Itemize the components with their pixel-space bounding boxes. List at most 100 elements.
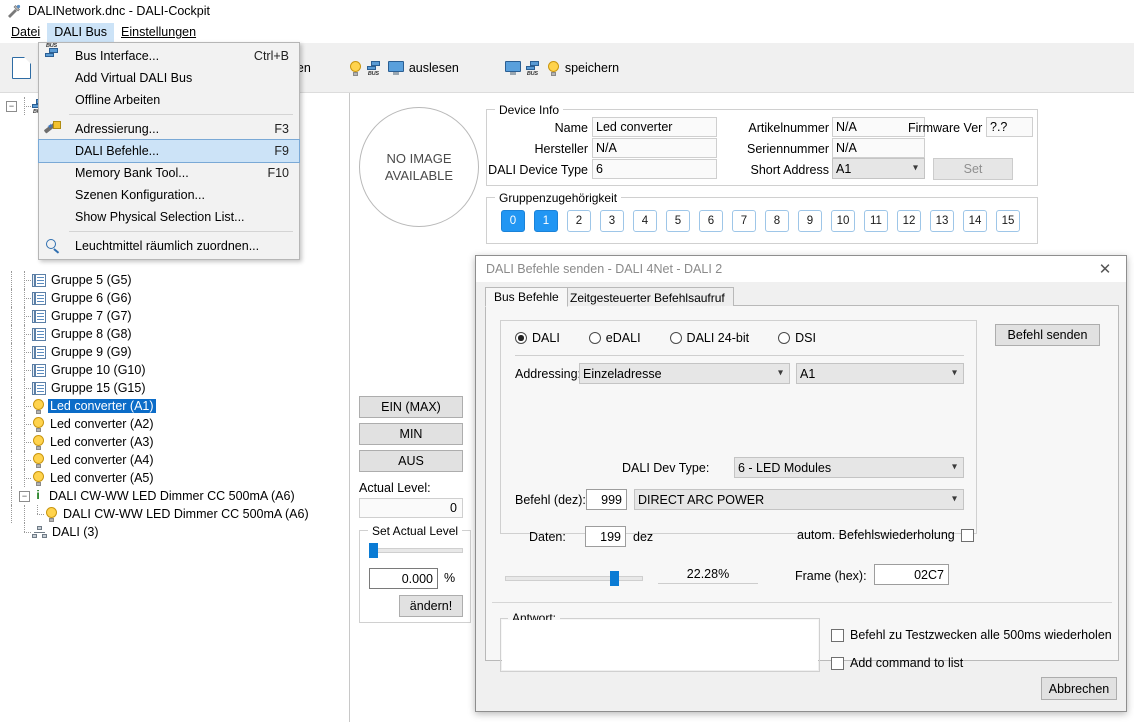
level-slider[interactable] [368,543,463,558]
data-slider[interactable] [505,571,643,586]
expander-minus-icon[interactable]: − [6,100,17,112]
short-address-select[interactable]: A1 ▾ [832,158,925,179]
read-button[interactable]: BUS auslesen [341,57,467,80]
group-button-5[interactable]: 5 [666,210,690,232]
apply-level-button[interactable]: ändern! [399,595,463,617]
expander-minus-icon[interactable]: − [19,490,30,502]
radio-dali24-label: DALI 24-bit [686,331,750,345]
ein-max-button[interactable]: EIN (MAX) [359,396,463,418]
menu-item-offline-arbeiten[interactable]: Offline Arbeiten [39,89,299,111]
radio-dali[interactable]: DALI [515,331,560,345]
antwort-textarea[interactable] [502,620,818,670]
tree-item[interactable]: Led converter (A2) [0,415,349,433]
actual-level-label: Actual Level: [359,481,431,495]
menu-dali-bus[interactable]: DALI Bus [47,23,114,42]
menu-item-leuchtmittel-r-umlich-zuordnen[interactable]: Leuchtmittel räumlich zuordnen... [39,235,299,257]
menu-item-add-virtual-dali-bus[interactable]: Add Virtual DALI Bus [39,67,299,89]
group-button-12[interactable]: 12 [897,210,921,232]
group-button-14[interactable]: 14 [963,210,987,232]
firmware-field[interactable]: ?.? [986,117,1033,137]
radio-edali[interactable]: eDALI [588,331,641,345]
radio-dali-label: DALI [532,331,560,345]
percent-display: 22.28% [658,564,758,584]
tree-item[interactable]: Led converter (A3) [0,433,349,451]
tree-item[interactable]: Led converter (A5) [0,469,349,487]
tree-connector [6,397,19,415]
group-button-6[interactable]: 6 [699,210,723,232]
new-file-button[interactable] [4,53,39,83]
dali-dev-type-select[interactable]: 6 - LED Modules ▾ [734,457,964,478]
group-button-4[interactable]: 4 [633,210,657,232]
tree-item[interactable]: Led converter (A4) [0,451,349,469]
tree-item[interactable]: Led converter (A1) [0,397,349,415]
aus-button[interactable]: AUS [359,450,463,472]
group-button-0[interactable]: 0 [501,210,525,232]
test-repeat-box [831,628,844,642]
dali-device-type-field[interactable]: 6 [592,159,717,179]
tree-item[interactable]: Gruppe 5 (G5) [0,271,349,289]
tree-item-label: Gruppe 5 (G5) [51,273,132,287]
group-button-13[interactable]: 13 [930,210,954,232]
tree-connector [19,289,32,307]
tree-connector [19,451,32,469]
group-membership-group: Gruppenzugehörigkeit 0 1 2 3 4 5 6 7 8 9 10 11 12 13 1… [486,191,1038,244]
test-repeat-checkbox[interactable]: Befehl zu Testzwecken alle 500ms wiederh… [831,628,1112,642]
set-button[interactable]: Set [933,158,1013,180]
menu-datei[interactable]: Datei [4,23,47,42]
group-button-3[interactable]: 3 [600,210,624,232]
auto-repeat-checkbox[interactable]: autom. Befehlswiederholung [797,528,974,542]
menu-einstellungen[interactable]: Einstellungen [114,23,203,42]
chevron-down-icon: ▾ [777,366,783,378]
command-select[interactable]: DIRECT ARC POWER ▾ [634,489,964,510]
radio-dsi[interactable]: DSI [778,331,816,345]
group-button-9[interactable]: 9 [798,210,822,232]
menu-item-memory-bank-tool[interactable]: Memory Bank Tool... F10 [39,162,299,184]
group-button-8[interactable]: 8 [765,210,789,232]
radio-dali24[interactable]: DALI 24-bit [669,331,750,345]
menu-item-dali-befehle[interactable]: DALI Befehle... F9 [38,139,300,163]
menu-item-bus-interface[interactable]: BUS Bus Interface... Ctrl+B [39,43,299,67]
group-button-10[interactable]: 10 [831,210,855,232]
menu-item-szenen-konfiguration[interactable]: Szenen Konfiguration... [39,184,299,206]
tab-bus-befehle[interactable]: Bus Befehle [485,287,568,307]
tree-item[interactable]: − i DALI CW-WW LED Dimmer CC 500mA (A6) [0,487,349,505]
seriennummer-field[interactable]: N/A [832,138,925,158]
send-command-button[interactable]: Befehl senden [995,324,1100,346]
menu-dali-bus-label: DALI Bus [54,25,107,39]
group-button-15[interactable]: 15 [996,210,1020,232]
befehl-input[interactable]: 999 [586,489,627,510]
group-button-7[interactable]: 7 [732,210,756,232]
cancel-button[interactable]: Abbrechen [1041,677,1117,700]
tree-item[interactable]: DALI CW-WW LED Dimmer CC 500mA (A6) [0,505,349,523]
tree-item[interactable]: Gruppe 15 (G15) [0,379,349,397]
hersteller-field[interactable]: N/A [592,138,717,158]
slider-thumb[interactable] [610,571,620,586]
save-button[interactable]: BUS speichern [497,57,627,80]
network-icon [32,525,47,539]
address-select[interactable]: A1 ▾ [796,363,964,384]
tree-item[interactable]: DALI (3) [0,523,349,541]
tree-item[interactable]: Gruppe 10 (G10) [0,361,349,379]
frame-hex-input[interactable]: 02C7 [874,564,949,585]
tab-zeitgesteuerter-label: Zeitgesteuerter Befehlsaufruf [570,290,725,305]
tree-item[interactable]: Gruppe 7 (G7) [0,307,349,325]
addressing-select[interactable]: Einzeladresse ▾ [579,363,790,384]
tree-item[interactable]: Gruppe 6 (G6) [0,289,349,307]
close-icon[interactable]: ✕ [1084,256,1126,282]
menu-item-show-physical-selection-list[interactable]: Show Physical Selection List... [39,206,299,228]
bulb-icon [32,398,45,414]
menu-item-adressierung[interactable]: ✦ Adressierung... F3 [39,118,299,140]
slider-thumb[interactable] [368,543,378,558]
tree-item[interactable]: Gruppe 9 (G9) [0,343,349,361]
group-button-2[interactable]: 2 [567,210,591,232]
level-value-input[interactable]: 0.000 [369,568,438,589]
group-button-11[interactable]: 11 [864,210,888,232]
group-button-1[interactable]: 1 [534,210,558,232]
daten-input[interactable]: 199 [585,526,626,547]
name-field[interactable]: Led converter [592,117,717,137]
tree-item[interactable]: Gruppe 8 (G8) [0,325,349,343]
menu-bar: Datei DALI Bus Einstellungen [0,23,1134,42]
tab-zeitgesteuerter[interactable]: Zeitgesteuerter Befehlsaufruf [561,287,734,307]
min-button[interactable]: MIN [359,423,463,445]
dali-bus-dropdown-menu[interactable]: BUS Bus Interface... Ctrl+B Add Virtual DAL… [38,42,300,260]
